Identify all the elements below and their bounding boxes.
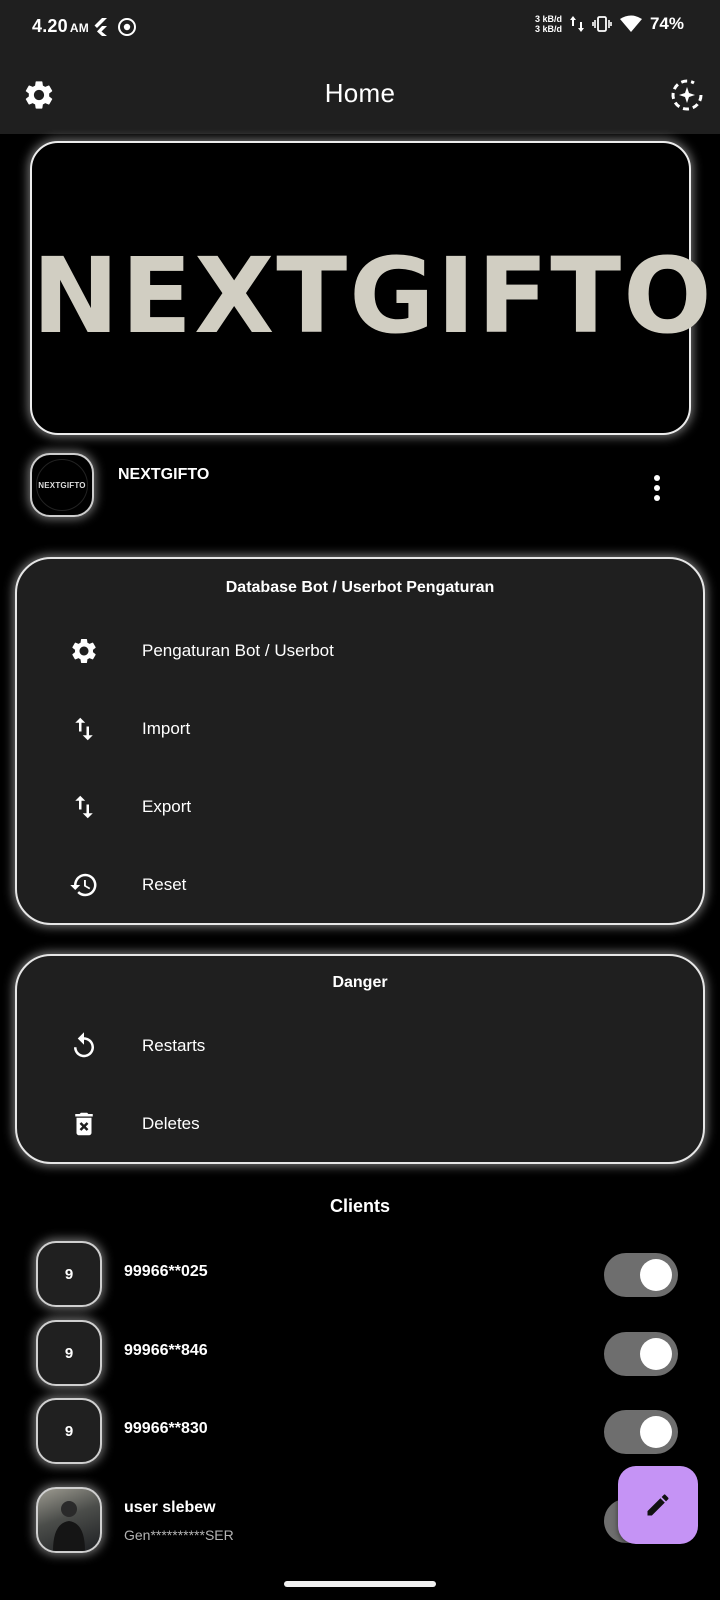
menu-item-export[interactable]: Export	[17, 777, 703, 837]
database-settings-card: Database Bot / Userbot Pengaturan Pengat…	[15, 557, 705, 925]
menu-item-label: Restarts	[142, 1036, 206, 1055]
banner-logo-text: NEXTGIFTO	[32, 235, 714, 357]
menu-item-reset[interactable]: Reset	[17, 855, 703, 915]
menu-item-import[interactable]: Import	[17, 699, 703, 759]
swap-vertical-icon	[75, 795, 93, 819]
client-badge: 9	[36, 1241, 102, 1307]
menu-item-label: Deletes	[142, 1114, 200, 1133]
card-title: Danger	[332, 974, 388, 991]
client-badge: 9	[36, 1320, 102, 1386]
menu-item-label: Pengaturan Bot / Userbot	[142, 641, 334, 660]
client-avatar-photo	[36, 1487, 102, 1553]
avatar-logo-text: NEXTGIFTO	[36, 459, 88, 511]
edit-fab[interactable]	[618, 1466, 698, 1544]
toggle-knob	[640, 1259, 672, 1291]
menu-item-label: Import	[142, 719, 191, 738]
vibrate-icon	[592, 16, 612, 32]
client-toggle[interactable]	[604, 1410, 678, 1454]
client-subtitle: Gen**********SER	[124, 1527, 234, 1543]
toggle-knob	[640, 1416, 672, 1448]
client-toggle[interactable]	[604, 1332, 678, 1376]
home-indicator[interactable]	[284, 1581, 436, 1587]
client-name: 99966**846	[124, 1342, 208, 1359]
menu-item-delete[interactable]: Deletes	[17, 1094, 703, 1154]
menu-item-restart[interactable]: Restarts	[17, 1016, 703, 1076]
status-bar: 4.20 AM 3 kB/d 3 kB/d 74%	[0, 0, 720, 56]
danger-card: Danger Restarts Deletes	[15, 954, 705, 1164]
avatar[interactable]: NEXTGIFTO	[30, 453, 94, 517]
history-icon	[70, 873, 97, 897]
clients-heading: Clients	[329, 1196, 390, 1216]
client-toggle[interactable]	[604, 1253, 678, 1297]
profile-name: NEXTGIFTO	[118, 466, 210, 483]
gear-icon	[72, 639, 96, 663]
client-row[interactable]: 9 99966**846	[36, 1320, 686, 1386]
swap-vertical-icon	[75, 717, 93, 741]
banner-image: NEXTGIFTO	[30, 141, 714, 435]
client-name: user slebew	[124, 1499, 216, 1516]
client-row[interactable]: 9 99966**830	[36, 1398, 686, 1464]
data-transfer-icon	[569, 16, 584, 32]
status-time: 4.20 AM	[32, 16, 89, 36]
battery-level: 74%	[649, 14, 684, 33]
client-name: 99966**025	[124, 1263, 208, 1280]
menu-item-label: Export	[142, 797, 192, 816]
more-vertical-icon[interactable]	[652, 473, 662, 503]
flutter-icon	[94, 18, 107, 36]
network-speed: 3 kB/d 3 kB/d	[534, 14, 562, 34]
delete-icon	[75, 1112, 93, 1136]
status-left-icons	[92, 18, 136, 36]
wifi-icon	[619, 15, 642, 32]
sparkle-refresh-icon[interactable]	[668, 76, 706, 114]
client-name: 99966**830	[124, 1420, 208, 1437]
restart-icon	[74, 1032, 94, 1058]
chrome-icon	[118, 18, 136, 36]
person-photo-icon	[53, 1501, 85, 1551]
client-row[interactable]: user slebew Gen**********SER	[36, 1487, 686, 1553]
status-right: 3 kB/d 3 kB/d 74%	[535, 14, 684, 34]
page-title: Home	[324, 78, 396, 108]
edit-pencil-icon	[647, 1494, 669, 1516]
client-badge: 9	[36, 1398, 102, 1464]
app-bar: Home	[0, 56, 720, 134]
client-row[interactable]: 9 99966**025	[36, 1241, 686, 1307]
toggle-knob	[640, 1338, 672, 1370]
menu-item-bot-settings[interactable]: Pengaturan Bot / Userbot	[17, 621, 703, 681]
card-title: Database Bot / Userbot Pengaturan	[225, 579, 495, 596]
profile-row: NEXTGIFTO NEXTGIFTO	[30, 453, 690, 519]
menu-item-label: Reset	[142, 875, 187, 894]
